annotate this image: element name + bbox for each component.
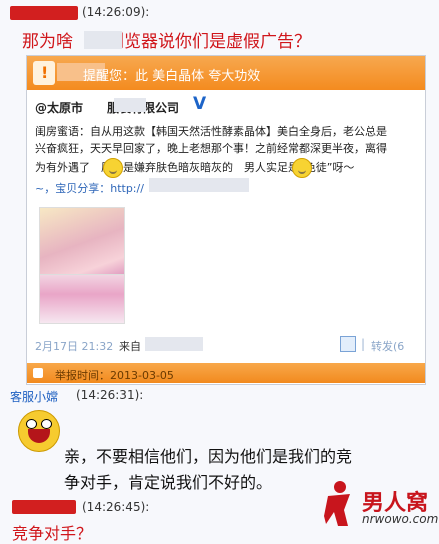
report-time: 举报时间：2013-03-05 xyxy=(55,369,174,382)
sender-name-redacted xyxy=(10,6,78,20)
verified-v-icon: V xyxy=(193,94,207,114)
laughing-emoji-icon xyxy=(18,410,60,452)
report-icon xyxy=(33,368,43,378)
customer-question: 那为啥 浏览器说你们是虚假广告？ xyxy=(22,32,311,52)
product-photo-2[interactable] xyxy=(39,274,125,324)
message-timestamp: (14:26:31): xyxy=(76,388,144,402)
redaction-mask xyxy=(145,337,203,351)
redaction-mask xyxy=(149,178,249,192)
cry-emoji-icon xyxy=(292,157,313,178)
weibo-screenshot-card: ! 提醒您：此 美白晶体 夸大功效 @太原市 服装有限公司 V 闺房蜜语：自从用… xyxy=(26,55,426,385)
warning-banner: ! 提醒您：此 美白晶体 夸大功效 xyxy=(27,56,425,90)
smile-emoji-icon xyxy=(103,157,123,178)
post-date[interactable]: 2月17日 21:32 xyxy=(35,338,113,354)
sender-name-redacted xyxy=(12,500,76,514)
warning-icon: ! xyxy=(33,61,55,85)
redaction-mask xyxy=(84,31,122,49)
watermark-figure-icon xyxy=(324,481,350,526)
watermark-url: nrwowo.com xyxy=(362,512,439,526)
post-link[interactable]: ~，宝贝分享：http:// xyxy=(35,180,144,196)
post-body-line: 兴奋疯狂，天天早回家了，晚上老想那个事！之前经常都深更半夜，离得 xyxy=(35,142,387,155)
post-body-line: 闺房蜜语：自从用这款【韩国天然活性酵素晶体】美白全身后，老公总是 xyxy=(35,125,387,138)
report-bar: 举报时间：2013-03-05 xyxy=(27,363,425,383)
like-icon[interactable] xyxy=(340,336,356,352)
message-timestamp: (14:26:45): xyxy=(82,500,150,514)
warning-text: 提醒您：此 美白晶体 夸大功效 xyxy=(83,69,261,84)
agent-reply: 亲，不要相信他们，因为他们是我们的竞争对手，肯定说我们不好的。 xyxy=(64,447,353,492)
agent-name: 客服小嫦 xyxy=(10,390,59,404)
source-label: 来自 xyxy=(119,340,141,353)
message-timestamp: (14:26:09): xyxy=(82,5,150,19)
redaction-mask xyxy=(114,98,146,112)
forward-link[interactable]: 转发(6 xyxy=(371,338,404,354)
author-name[interactable]: @太原市 服装有限公司 xyxy=(35,99,179,116)
customer-question: 竞争对手？ xyxy=(12,524,93,543)
divider: | xyxy=(361,337,366,351)
